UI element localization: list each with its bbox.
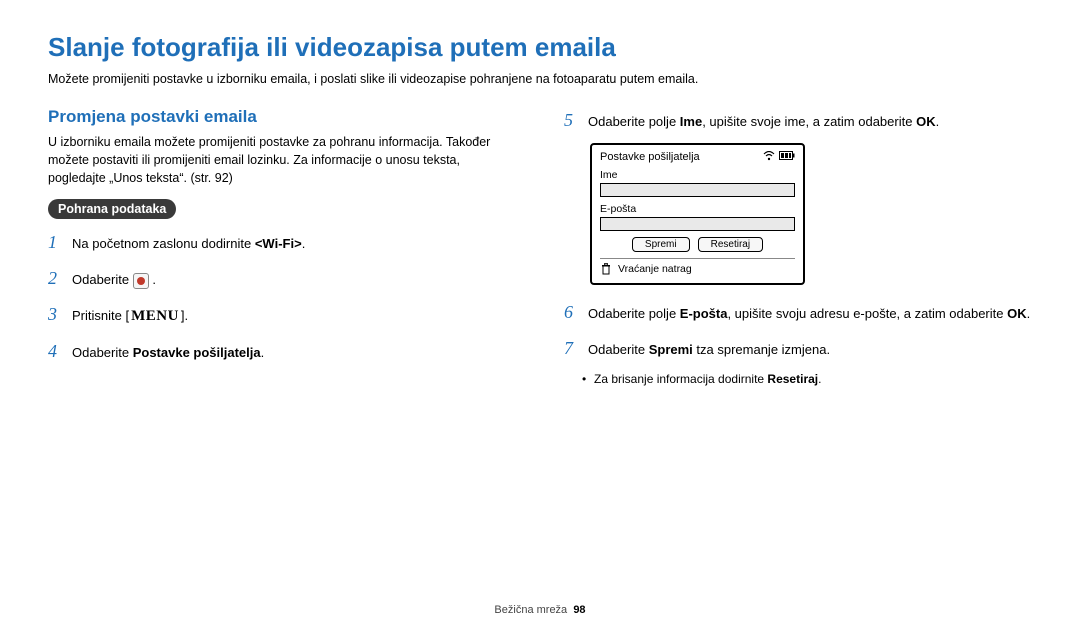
step-2: 2 Odaberite . xyxy=(48,265,516,291)
name-input[interactable] xyxy=(600,183,795,197)
email-input[interactable] xyxy=(600,217,795,231)
back-label[interactable]: Vraćanje natrag xyxy=(618,263,692,275)
step-number: 4 xyxy=(48,338,62,364)
step-text: Odaberite xyxy=(72,345,133,360)
sender-settings-label: Postavke pošiljatelja xyxy=(133,345,261,360)
step-number: 1 xyxy=(48,229,62,255)
email-icon xyxy=(133,273,149,289)
step-text: Odaberite xyxy=(72,272,133,287)
trash-icon xyxy=(600,263,612,275)
left-column: Promjena postavki emaila U izborniku ema… xyxy=(48,107,516,389)
step-number: 7 xyxy=(564,335,578,361)
bullet-note: Za brisanje informacija dodirnite Reseti… xyxy=(564,371,1032,388)
step-5: 5 Odaberite polje Ime, upišite svoje ime… xyxy=(564,107,1032,133)
step-6: 6 Odaberite polje E-pošta, upišite svoju… xyxy=(564,299,1032,325)
footer-section: Bežična mreža xyxy=(494,604,567,616)
step-number: 2 xyxy=(48,265,62,291)
step-number: 5 xyxy=(564,107,578,133)
right-column: 5 Odaberite polje Ime, upišite svoje ime… xyxy=(564,107,1032,389)
intro-text: Možete promijeniti postavke u izborniku … xyxy=(48,71,1032,89)
page-footer: Bežična mreža 98 xyxy=(0,604,1080,616)
ok-label: OK xyxy=(1007,306,1027,321)
step-number: 3 xyxy=(48,301,62,327)
step-text: Pritisnite [ xyxy=(72,308,129,323)
step-4: 4 Odaberite Postavke pošiljatelja. xyxy=(48,338,516,364)
menu-key: MENU xyxy=(129,306,181,328)
email-field-label: E-pošta xyxy=(680,306,728,321)
step-7: 7 Odaberite Spremi tza spremanje izmjena… xyxy=(564,335,1032,361)
ok-label: OK xyxy=(916,114,936,129)
page-title: Slanje fotografija ili videozapisa putem… xyxy=(48,32,1032,63)
step-3: 3 Pritisnite [MENU]. xyxy=(48,301,516,328)
page-number: 98 xyxy=(573,604,585,616)
category-pill: Pohrana podataka xyxy=(48,199,176,219)
device-title: Postavke pošiljatelja xyxy=(600,151,700,163)
step-number: 6 xyxy=(564,299,578,325)
device-mockup: Postavke pošiljatelja Ime E-pošta xyxy=(590,143,805,285)
step-1: 1 Na početnom zaslonu dodirnite <Wi-Fi>. xyxy=(48,229,516,255)
reset-button[interactable]: Resetiraj xyxy=(698,237,763,252)
section-description: U izborniku emaila možete promijeniti po… xyxy=(48,133,516,187)
step-text: Na početnom zaslonu dodirnite xyxy=(72,236,255,251)
wifi-label: <Wi-Fi> xyxy=(255,236,302,251)
battery-icon xyxy=(779,151,795,163)
reset-label: Resetiraj xyxy=(767,372,818,386)
section-heading: Promjena postavki emaila xyxy=(48,107,516,127)
name-label: Ime xyxy=(600,169,795,181)
email-label: E-pošta xyxy=(600,203,795,215)
save-button[interactable]: Spremi xyxy=(632,237,690,252)
name-field-label: Ime xyxy=(680,114,702,129)
wifi-icon xyxy=(763,151,775,164)
save-label: Spremi xyxy=(649,342,693,357)
